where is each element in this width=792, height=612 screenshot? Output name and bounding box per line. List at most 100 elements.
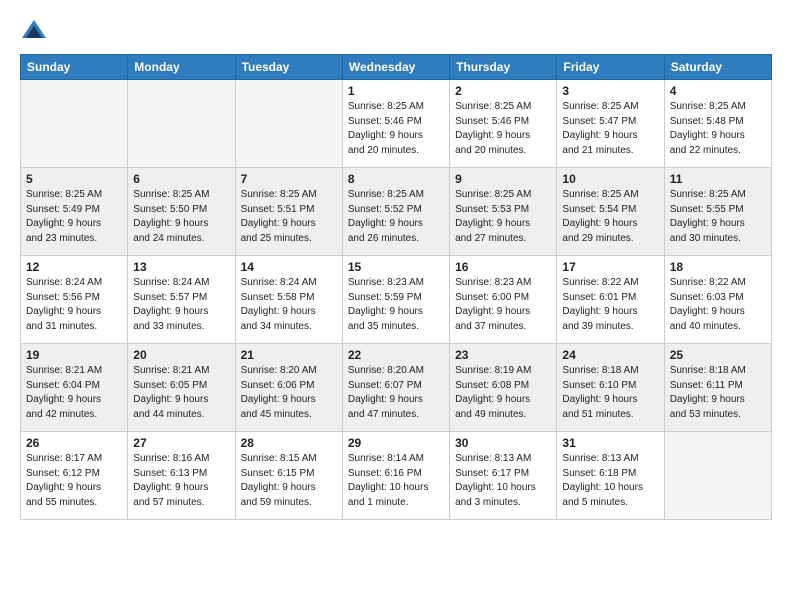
day-number: 15 — [348, 260, 444, 274]
calendar-cell: 12Sunrise: 8:24 AM Sunset: 5:56 PM Dayli… — [21, 256, 128, 344]
day-info: Sunrise: 8:24 AM Sunset: 5:57 PM Dayligh… — [133, 276, 229, 334]
weekday-header-wednesday: Wednesday — [342, 55, 449, 80]
day-info: Sunrise: 8:25 AM Sunset: 5:47 PM Dayligh… — [562, 100, 658, 158]
calendar-cell: 15 Sunrise: 8:23 AM Sunset: 5:59 PM Dayli… — [342, 256, 449, 344]
calendar: SundayMondayTuesdayWednesdayThursdayFrid… — [20, 54, 772, 520]
header — [20, 16, 772, 44]
calendar-week-row: 26 Sunrise: 8:17 AM Sunset: 6:12 PM Dayli… — [21, 432, 772, 520]
calendar-cell: 11 Sunrise: 8:25 AM Sunset: 5:55 PM Dayli… — [664, 168, 771, 256]
day-info: Sunrise: 8:19 AM Sunset: 6:08 PM Dayligh… — [455, 364, 551, 422]
day-number: 20 — [133, 348, 229, 362]
calendar-cell: 5 Sunrise: 8:25 AM Sunset: 5:49 PM Daylig… — [21, 168, 128, 256]
calendar-cell: 17 Sunrise: 8:22 AM Sunset: 6:01 PM Dayli… — [557, 256, 664, 344]
day-number: 23 — [455, 348, 551, 362]
day-number: 5 — [26, 172, 122, 186]
day-number: 31 — [562, 436, 658, 450]
calendar-cell: 20 Sunrise: 8:21 AM Sunset: 6:05 PM Dayli… — [128, 344, 235, 432]
day-number: 2 — [455, 84, 551, 98]
calendar-cell: 3 Sunrise: 8:25 AM Sunset: 5:47 PM Daylig… — [557, 80, 664, 168]
day-number: 9 — [455, 172, 551, 186]
day-number: 22 — [348, 348, 444, 362]
day-info: Sunrise: 8:23 AM Sunset: 6:00 PM Dayligh… — [455, 276, 551, 334]
weekday-header-thursday: Thursday — [450, 55, 557, 80]
calendar-cell — [128, 80, 235, 168]
day-info: Sunrise: 8:25 AM Sunset: 5:50 PM Dayligh… — [133, 188, 229, 246]
day-info: Sunrise: 8:14 AM Sunset: 6:16 PM Dayligh… — [348, 452, 444, 510]
day-info: Sunrise: 8:25 AM Sunset: 5:54 PM Dayligh… — [562, 188, 658, 246]
day-info: Sunrise: 8:18 AM Sunset: 6:10 PM Dayligh… — [562, 364, 658, 422]
day-number: 8 — [348, 172, 444, 186]
calendar-cell — [21, 80, 128, 168]
calendar-cell: 21Sunrise: 8:20 AM Sunset: 6:06 PM Dayli… — [235, 344, 342, 432]
calendar-cell: 30 Sunrise: 8:13 AM Sunset: 6:17 PM Dayli… — [450, 432, 557, 520]
day-info: Sunrise: 8:25 AM Sunset: 5:55 PM Dayligh… — [670, 188, 766, 246]
day-number: 14 — [241, 260, 337, 274]
day-info: Sunrise: 8:13 AM Sunset: 6:18 PM Dayligh… — [562, 452, 658, 510]
calendar-cell: 22Sunrise: 8:20 AM Sunset: 6:07 PM Dayli… — [342, 344, 449, 432]
weekday-header-sunday: Sunday — [21, 55, 128, 80]
logo-icon — [20, 16, 48, 44]
calendar-cell — [235, 80, 342, 168]
logo — [20, 16, 52, 44]
calendar-cell: 2Sunrise: 8:25 AM Sunset: 5:46 PM Daylig… — [450, 80, 557, 168]
day-number: 4 — [670, 84, 766, 98]
day-info: Sunrise: 8:25 AM Sunset: 5:48 PM Dayligh… — [670, 100, 766, 158]
day-number: 7 — [241, 172, 337, 186]
day-number: 11 — [670, 172, 766, 186]
calendar-cell: 29 Sunrise: 8:14 AM Sunset: 6:16 PM Dayli… — [342, 432, 449, 520]
day-info: Sunrise: 8:13 AM Sunset: 6:17 PM Dayligh… — [455, 452, 551, 510]
day-info: Sunrise: 8:21 AM Sunset: 6:04 PM Dayligh… — [26, 364, 122, 422]
day-number: 18 — [670, 260, 766, 274]
day-number: 30 — [455, 436, 551, 450]
day-info: Sunrise: 8:25 AM Sunset: 5:49 PM Dayligh… — [26, 188, 122, 246]
calendar-week-row: 1 Sunrise: 8:25 AM Sunset: 5:46 PM Daylig… — [21, 80, 772, 168]
day-info: Sunrise: 8:25 AM Sunset: 5:52 PM Dayligh… — [348, 188, 444, 246]
day-number: 29 — [348, 436, 444, 450]
calendar-cell: 4 Sunrise: 8:25 AM Sunset: 5:48 PM Daylig… — [664, 80, 771, 168]
day-info: Sunrise: 8:24 AM Sunset: 5:56 PM Dayligh… — [26, 276, 122, 334]
day-info: Sunrise: 8:23 AM Sunset: 5:59 PM Dayligh… — [348, 276, 444, 334]
weekday-header-friday: Friday — [557, 55, 664, 80]
day-info: Sunrise: 8:25 AM Sunset: 5:51 PM Dayligh… — [241, 188, 337, 246]
calendar-cell: 7 Sunrise: 8:25 AM Sunset: 5:51 PM Daylig… — [235, 168, 342, 256]
weekday-header-monday: Monday — [128, 55, 235, 80]
calendar-cell: 18Sunrise: 8:22 AM Sunset: 6:03 PM Dayli… — [664, 256, 771, 344]
calendar-cell: 16 Sunrise: 8:23 AM Sunset: 6:00 PM Dayli… — [450, 256, 557, 344]
calendar-cell — [664, 432, 771, 520]
day-info: Sunrise: 8:20 AM Sunset: 6:06 PM Dayligh… — [241, 364, 337, 422]
day-number: 28 — [241, 436, 337, 450]
day-number: 10 — [562, 172, 658, 186]
day-info: Sunrise: 8:21 AM Sunset: 6:05 PM Dayligh… — [133, 364, 229, 422]
day-info: Sunrise: 8:25 AM Sunset: 5:46 PM Dayligh… — [348, 100, 444, 158]
calendar-cell: 24 Sunrise: 8:18 AM Sunset: 6:10 PM Dayli… — [557, 344, 664, 432]
calendar-week-row: 5 Sunrise: 8:25 AM Sunset: 5:49 PM Daylig… — [21, 168, 772, 256]
calendar-cell: 10 Sunrise: 8:25 AM Sunset: 5:54 PM Dayli… — [557, 168, 664, 256]
day-number: 19 — [26, 348, 122, 362]
calendar-cell: 14 Sunrise: 8:24 AM Sunset: 5:58 PM Dayli… — [235, 256, 342, 344]
day-number: 1 — [348, 84, 444, 98]
calendar-cell: 28 Sunrise: 8:15 AM Sunset: 6:15 PM Dayli… — [235, 432, 342, 520]
calendar-cell: 1 Sunrise: 8:25 AM Sunset: 5:46 PM Daylig… — [342, 80, 449, 168]
weekday-header-saturday: Saturday — [664, 55, 771, 80]
day-info: Sunrise: 8:22 AM Sunset: 6:01 PM Dayligh… — [562, 276, 658, 334]
day-number: 24 — [562, 348, 658, 362]
calendar-cell: 26 Sunrise: 8:17 AM Sunset: 6:12 PM Dayli… — [21, 432, 128, 520]
day-number: 16 — [455, 260, 551, 274]
calendar-week-row: 12Sunrise: 8:24 AM Sunset: 5:56 PM Dayli… — [21, 256, 772, 344]
day-info: Sunrise: 8:16 AM Sunset: 6:13 PM Dayligh… — [133, 452, 229, 510]
calendar-week-row: 19 Sunrise: 8:21 AM Sunset: 6:04 PM Dayli… — [21, 344, 772, 432]
weekday-header-row: SundayMondayTuesdayWednesdayThursdayFrid… — [21, 55, 772, 80]
day-number: 27 — [133, 436, 229, 450]
day-number: 26 — [26, 436, 122, 450]
weekday-header-tuesday: Tuesday — [235, 55, 342, 80]
day-info: Sunrise: 8:17 AM Sunset: 6:12 PM Dayligh… — [26, 452, 122, 510]
day-number: 25 — [670, 348, 766, 362]
day-info: Sunrise: 8:15 AM Sunset: 6:15 PM Dayligh… — [241, 452, 337, 510]
day-number: 17 — [562, 260, 658, 274]
calendar-cell: 23 Sunrise: 8:19 AM Sunset: 6:08 PM Dayli… — [450, 344, 557, 432]
day-number: 3 — [562, 84, 658, 98]
calendar-cell: 25Sunrise: 8:18 AM Sunset: 6:11 PM Dayli… — [664, 344, 771, 432]
day-number: 6 — [133, 172, 229, 186]
day-number: 13 — [133, 260, 229, 274]
day-info: Sunrise: 8:24 AM Sunset: 5:58 PM Dayligh… — [241, 276, 337, 334]
